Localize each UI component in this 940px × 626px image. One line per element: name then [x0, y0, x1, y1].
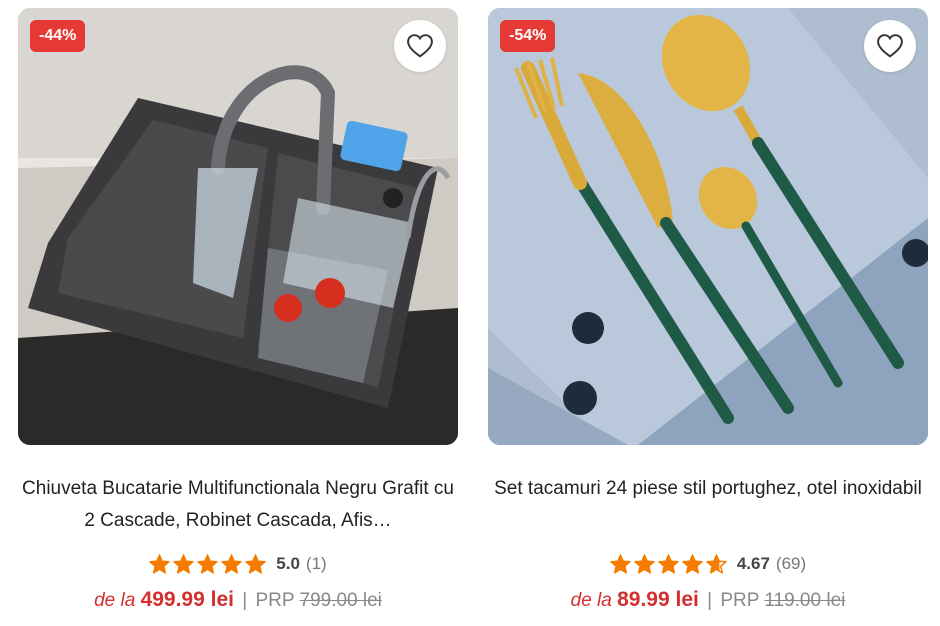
star-icon	[634, 554, 655, 574]
favorite-button[interactable]	[864, 20, 916, 72]
product-image[interactable]: -44%	[18, 8, 458, 445]
product-title[interactable]: Chiuveta Bucatarie Multifunctionala Negr…	[18, 473, 458, 537]
rating-score: 5.0	[276, 554, 300, 573]
review-count: (69)	[775, 554, 807, 573]
product-rating: 5.0 (1)	[18, 551, 458, 577]
star-icon	[706, 554, 727, 574]
old-price: 119.00 lei	[764, 590, 846, 611]
product-grid: -44% Chiuveta Bucatarie Multifunctionala…	[0, 0, 940, 626]
product-price: de la 89.99 lei | PRP 119.00 lei	[488, 587, 928, 614]
current-price: 89.99 lei	[617, 588, 699, 611]
product-rating: 4.67 (69)	[488, 551, 928, 577]
product-card-sink[interactable]: -44% Chiuveta Bucatarie Multifunctionala…	[18, 8, 458, 614]
product-price: de la 499.99 lei | PRP 799.00 lei	[18, 587, 458, 614]
star-icon	[658, 554, 679, 574]
old-price: 799.00 lei	[299, 590, 382, 611]
price-prefix: de la	[94, 590, 136, 611]
favorite-button[interactable]	[394, 20, 446, 72]
star-icon	[197, 554, 218, 574]
prp-label: PRP	[720, 590, 760, 611]
product-title-text[interactable]: Chiuveta Bucatarie Multifunctionala Negr…	[20, 473, 456, 537]
star-icon	[173, 554, 194, 574]
star-icon	[245, 554, 266, 574]
heart-icon	[877, 34, 903, 58]
star-icon	[149, 554, 170, 574]
prp-label: PRP	[255, 590, 295, 611]
current-price: 499.99 lei	[140, 588, 234, 611]
product-title[interactable]: Set tacamuri 24 piese stil portughez, ot…	[488, 473, 928, 537]
product-card-cutlery[interactable]: -54% Set tacamuri 24 piese stil portughe…	[488, 8, 928, 614]
star-icon	[221, 554, 242, 574]
price-separator: |	[707, 590, 713, 611]
cutlery-image	[488, 8, 928, 445]
star-rating	[149, 554, 266, 574]
star-rating	[610, 554, 727, 574]
product-image[interactable]: -54%	[488, 8, 928, 445]
product-title-text[interactable]: Set tacamuri 24 piese stil portughez, ot…	[490, 473, 926, 505]
rating-score: 4.67	[736, 554, 770, 573]
star-icon	[682, 554, 703, 574]
price-separator: |	[242, 590, 248, 611]
discount-badge: -54%	[500, 20, 556, 52]
review-count: (1)	[305, 554, 327, 573]
discount-badge: -44%	[30, 20, 86, 52]
heart-icon	[407, 34, 433, 58]
sink-image	[18, 8, 458, 445]
star-icon	[610, 554, 631, 574]
price-prefix: de la	[570, 590, 612, 611]
